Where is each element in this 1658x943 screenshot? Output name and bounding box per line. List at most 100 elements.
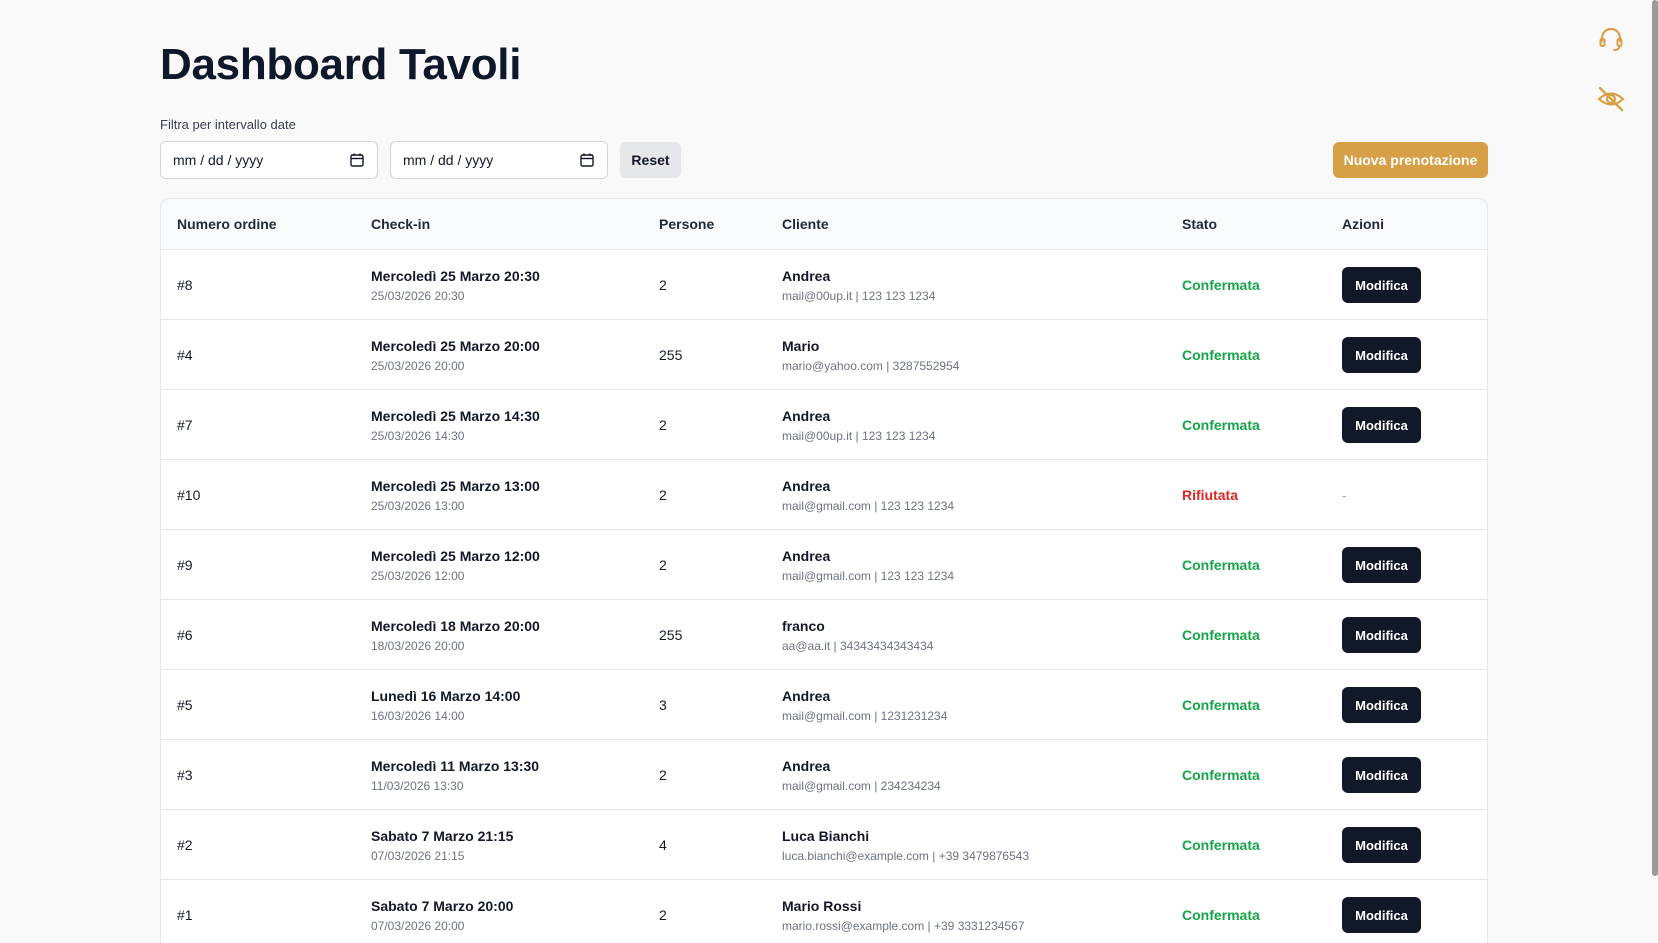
reset-button[interactable]: Reset — [620, 142, 681, 178]
checkin-datetime: Mercoledì 25 Marzo 13:00 — [371, 477, 540, 494]
calendar-icon[interactable] — [579, 152, 595, 168]
checkin-date: 11/03/2026 13:30 — [371, 778, 464, 793]
checkin-date: 16/03/2026 14:00 — [371, 708, 465, 723]
checkin-date: 25/03/2026 20:00 — [371, 358, 465, 373]
table-row: #6 Mercoledì 18 Marzo 20:00 18/03/2026 20:… — [161, 600, 1487, 670]
order-number: #8 — [177, 277, 193, 293]
client-cell: Andrea mail@gmail.com | 123 123 1234 — [782, 530, 954, 600]
order-number: #5 — [177, 697, 193, 713]
checkin-datetime: Mercoledì 25 Marzo 14:30 — [371, 407, 540, 424]
status-badge: Confermata — [1182, 767, 1260, 783]
client-contact: mail@gmail.com | 123 123 1234 — [782, 568, 955, 583]
edit-button[interactable]: Modifica — [1342, 617, 1421, 653]
checkin-datetime: Sabato 7 Marzo 20:00 — [371, 897, 514, 914]
client-cell: Andrea mail@00up.it | 123 123 1234 — [782, 390, 935, 460]
client-name: Mario Rossi — [782, 897, 862, 914]
status-badge: Confermata — [1182, 627, 1260, 643]
date-to-placeholder: mm / dd / yyyy — [403, 152, 494, 168]
status-badge: Confermata — [1182, 697, 1260, 713]
client-cell: franco aa@aa.it | 34343434343434 — [782, 600, 933, 670]
edit-button[interactable]: Modifica — [1342, 267, 1421, 303]
edit-button[interactable]: Modifica — [1342, 407, 1421, 443]
client-name: Andrea — [782, 477, 831, 494]
order-number: #10 — [177, 487, 201, 503]
date-from-input[interactable]: mm / dd / yyyy — [160, 141, 378, 179]
date-from-placeholder: mm / dd / yyyy — [173, 152, 264, 168]
client-cell: Luca Bianchi luca.bianchi@example.com | +… — [782, 810, 1029, 880]
edit-button[interactable]: Modifica — [1342, 547, 1421, 583]
eye-off-icon[interactable] — [1596, 84, 1626, 114]
client-cell: Mario Rossi mario.rossi@example.com | +39… — [782, 880, 1024, 943]
people-count: 255 — [659, 347, 683, 363]
checkin-cell: Mercoledì 11 Marzo 13:30 11/03/2026 13:30 — [371, 740, 539, 810]
column-people: Persone — [659, 216, 715, 232]
edit-button[interactable]: Modifica — [1342, 897, 1421, 933]
headset-icon[interactable] — [1596, 24, 1626, 54]
client-contact: mail@gmail.com | 234234234 — [782, 778, 941, 793]
table-row: #7 Mercoledì 25 Marzo 14:30 25/03/2026 14:… — [161, 390, 1487, 460]
table-row: #9 Mercoledì 25 Marzo 12:00 25/03/2026 12:… — [161, 530, 1487, 600]
client-contact: aa@aa.it | 34343434343434 — [782, 638, 934, 653]
table-row: #5 Lunedì 16 Marzo 14:00 16/03/2026 14:00 3… — [161, 670, 1487, 740]
people-count: 2 — [659, 417, 667, 433]
new-booking-button[interactable]: Nuova prenotazione — [1333, 142, 1488, 178]
checkin-cell: Mercoledì 25 Marzo 14:30 25/03/2026 14:30 — [371, 390, 540, 460]
status-badge: Confermata — [1182, 557, 1260, 573]
checkin-cell: Sabato 7 Marzo 20:00 07/03/2026 20:00 — [371, 880, 513, 943]
people-count: 255 — [659, 627, 683, 643]
checkin-datetime: Lunedì 16 Marzo 14:00 — [371, 687, 521, 704]
bookings-table: Numero ordine Check-in Persone Cliente S… — [160, 198, 1488, 943]
client-name: Andrea — [782, 407, 831, 424]
no-action: - — [1342, 487, 1347, 503]
edit-button[interactable]: Modifica — [1342, 827, 1421, 863]
actions-cell: Modifica — [1342, 740, 1421, 810]
edit-button[interactable]: Modifica — [1342, 337, 1421, 373]
people-count: 3 — [659, 697, 667, 713]
status-badge: Rifiutata — [1182, 487, 1238, 503]
client-contact: mail@gmail.com | 123 123 1234 — [782, 498, 955, 513]
status-badge: Confermata — [1182, 837, 1260, 853]
checkin-datetime: Mercoledì 25 Marzo 20:00 — [371, 337, 540, 354]
status-badge: Confermata — [1182, 347, 1260, 363]
actions-cell: Modifica — [1342, 250, 1421, 320]
client-contact: mario@yahoo.com | 3287552954 — [782, 358, 960, 373]
checkin-cell: Lunedì 16 Marzo 14:00 16/03/2026 14:00 — [371, 670, 520, 740]
client-name: franco — [782, 617, 825, 634]
page: Dashboard Tavoli Filtra per intervallo d… — [0, 0, 1658, 943]
actions-cell: - — [1342, 460, 1346, 530]
client-contact: mail@00up.it | 123 123 1234 — [782, 288, 936, 303]
checkin-date: 25/03/2026 13:00 — [371, 498, 465, 513]
people-count: 2 — [659, 557, 667, 573]
checkin-cell: Mercoledì 25 Marzo 20:30 25/03/2026 20:30 — [371, 250, 540, 320]
client-contact: mail@00up.it | 123 123 1234 — [782, 428, 936, 443]
checkin-cell: Mercoledì 25 Marzo 12:00 25/03/2026 12:00 — [371, 530, 540, 600]
actions-cell: Modifica — [1342, 880, 1421, 943]
edit-button[interactable]: Modifica — [1342, 687, 1421, 723]
actions-cell: Modifica — [1342, 320, 1421, 390]
column-status: Stato — [1182, 216, 1217, 232]
table-row: #8 Mercoledì 25 Marzo 20:30 25/03/2026 20:… — [161, 250, 1487, 320]
scrollbar[interactable] — [1652, 0, 1658, 876]
date-filter-label: Filtra per intervallo date — [160, 117, 296, 132]
people-count: 4 — [659, 837, 667, 853]
date-to-input[interactable]: mm / dd / yyyy — [390, 141, 608, 179]
order-number: #3 — [177, 767, 193, 783]
actions-cell: Modifica — [1342, 600, 1421, 670]
client-contact: luca.bianchi@example.com | +39 347987654… — [782, 848, 1030, 863]
column-checkin: Check-in — [371, 216, 431, 232]
table-row: #3 Mercoledì 11 Marzo 13:30 11/03/2026 13:… — [161, 740, 1487, 810]
order-number: #4 — [177, 347, 193, 363]
actions-cell: Modifica — [1342, 530, 1421, 600]
client-cell: Andrea mail@00up.it | 123 123 1234 — [782, 250, 935, 320]
order-number: #7 — [177, 417, 193, 433]
column-actions: Azioni — [1342, 216, 1384, 232]
client-cell: Mario mario@yahoo.com | 3287552954 — [782, 320, 959, 390]
actions-cell: Modifica — [1342, 810, 1421, 880]
checkin-datetime: Mercoledì 25 Marzo 12:00 — [371, 547, 540, 564]
calendar-icon[interactable] — [349, 152, 365, 168]
order-number: #1 — [177, 907, 193, 923]
edit-button[interactable]: Modifica — [1342, 757, 1421, 793]
client-name: Andrea — [782, 687, 831, 704]
client-name: Luca Bianchi — [782, 827, 870, 844]
checkin-cell: Mercoledì 25 Marzo 20:00 25/03/2026 20:00 — [371, 320, 540, 390]
